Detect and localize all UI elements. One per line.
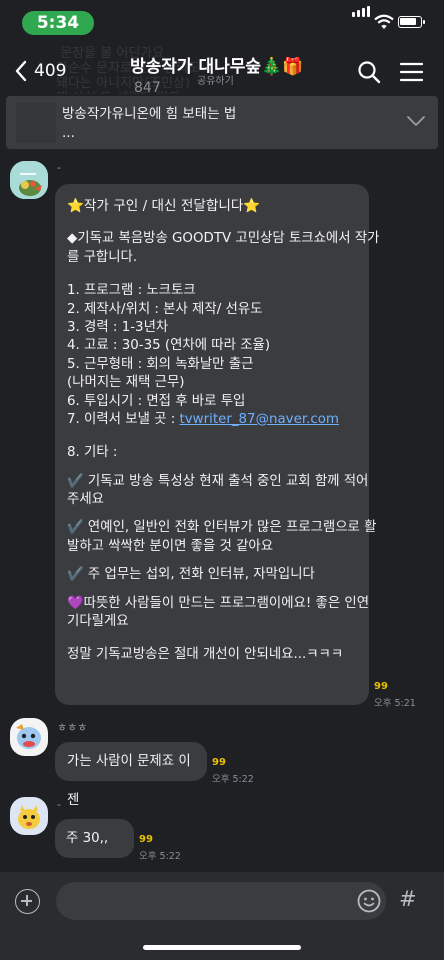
- message-line: ✔️ 주 업무는 섭외, 전화 인터뷰, 자막입니다: [67, 567, 315, 583]
- battery-icon: [398, 16, 425, 28]
- wifi-icon: [374, 14, 394, 29]
- message-line: ✔️ 기독교 방송 특성상 현재 출석 중인 교회 함께 적어: [67, 473, 369, 489]
- message-line: (나머지는 재택 근무): [67, 375, 185, 391]
- chevron-left-icon: [15, 60, 27, 82]
- message-line: ⭐작가 구인 / 대신 전달합니다⭐: [67, 198, 261, 214]
- message-line: 를 구합니다.: [67, 249, 138, 265]
- chat-header: 문장을 볼 어딘가요 다순수 문자로 존을 안되도 돼다는 아니지만(조민상) …: [0, 44, 444, 96]
- email-link[interactable]: tvwriter_87@naver.com: [180, 412, 339, 427]
- message-line: 2. 제작사/위치 : 본사 제작/ 선유도: [67, 301, 263, 317]
- avatar[interactable]: [10, 797, 48, 835]
- unread-chats-count: 409: [34, 61, 67, 81]
- notice-text: 방송작가유니온에 힘 보태는 법 ...: [62, 105, 236, 143]
- pinned-notice[interactable]: 방송작가유니온에 힘 보태는 법 ...: [6, 96, 438, 149]
- chevron-down-icon[interactable]: [406, 114, 426, 128]
- message-line: ◆기독교 복음방송 GOODTV 고민상담 토크쇼에서 작가: [67, 231, 380, 247]
- message-line-prefix: 7. 이력서 보낼 곳 :: [67, 411, 180, 427]
- message-line: 3. 경력 : 1-3년차: [67, 319, 169, 335]
- emoji-icon[interactable]: [357, 889, 381, 913]
- message-bubble[interactable]: 주 30,, ㅋㅋ: [55, 819, 134, 885]
- sender-name: -: [57, 161, 61, 174]
- hamburger-icon[interactable]: [400, 62, 423, 82]
- sender-name: -: [57, 798, 61, 811]
- message-time: 오후 5:22: [139, 851, 181, 862]
- avatar[interactable]: [10, 161, 48, 199]
- status-time: 5:34: [22, 11, 94, 35]
- unread-count: 99: [212, 757, 226, 768]
- avatar[interactable]: [10, 718, 48, 756]
- message-line: 7. 이력서 보낼 곳 : tvwriter_87@naver.com: [67, 411, 357, 429]
- message-input[interactable]: [56, 882, 386, 920]
- message-bubble[interactable]: ⭐작가 구인 / 대신 전달합니다⭐ ◆기독교 복음방송 GOODTV 고민상담…: [55, 184, 380, 705]
- message-line: 💜따뜻한 사람들이 만드는 프로그램이에요! 좋은 인연: [67, 595, 370, 611]
- plus-icon[interactable]: [15, 889, 40, 914]
- message-bubble[interactable]: 가는 사람이 문제죠 이젠: [55, 742, 207, 808]
- message-line: 1. 프로그램 : 노크토크: [67, 283, 196, 299]
- unread-count: 99: [374, 681, 388, 692]
- hash-icon[interactable]: #: [399, 887, 417, 911]
- message-line: 6. 투입시기 : 면접 후 바로 투입: [67, 393, 246, 409]
- message-text: 가는 사람이 문제죠 이젠: [67, 754, 191, 808]
- character-icon: [10, 718, 48, 756]
- message-line: 기다릴게요: [67, 614, 129, 630]
- message-line: 8. 기타 :: [67, 445, 118, 461]
- character-icon: [10, 797, 48, 835]
- member-count: 847: [134, 80, 161, 96]
- share-label[interactable]: 공유하기: [197, 72, 234, 87]
- notice-line-1: 방송작가유니온에 힘 보태는 법: [62, 106, 237, 122]
- message-time: 오후 5:22: [212, 774, 254, 785]
- message-time: 오후 5:21: [374, 698, 416, 709]
- search-icon[interactable]: [357, 60, 381, 84]
- home-indicator: [143, 945, 301, 950]
- unread-count: 99: [139, 834, 153, 845]
- message-line: ✔️ 연예인, 일반인 전화 인터뷰가 많은 프로그램으로 활: [67, 520, 377, 536]
- message-line: 주세요: [67, 492, 104, 508]
- back-button[interactable]: 409: [14, 58, 66, 84]
- message-line: 5. 근무형태 : 회의 녹화날만 출근: [67, 356, 254, 372]
- message-line: 발하고 싹싹한 분이면 좋을 것 같아요: [67, 538, 274, 554]
- bird-icon: [10, 161, 48, 199]
- sender-name: ㅎㅎㅎ: [57, 721, 88, 734]
- notice-line-2: ...: [62, 125, 75, 141]
- notice-thumbnail: [16, 103, 56, 143]
- message-line: 정말 기독교방송은 절대 개선이 안되네요...ㅋㅋㅋ: [67, 647, 344, 663]
- status-bar: 5:34: [0, 0, 444, 44]
- message-line: 4. 고료 : 30-35 (연차에 따라 조율): [67, 338, 271, 354]
